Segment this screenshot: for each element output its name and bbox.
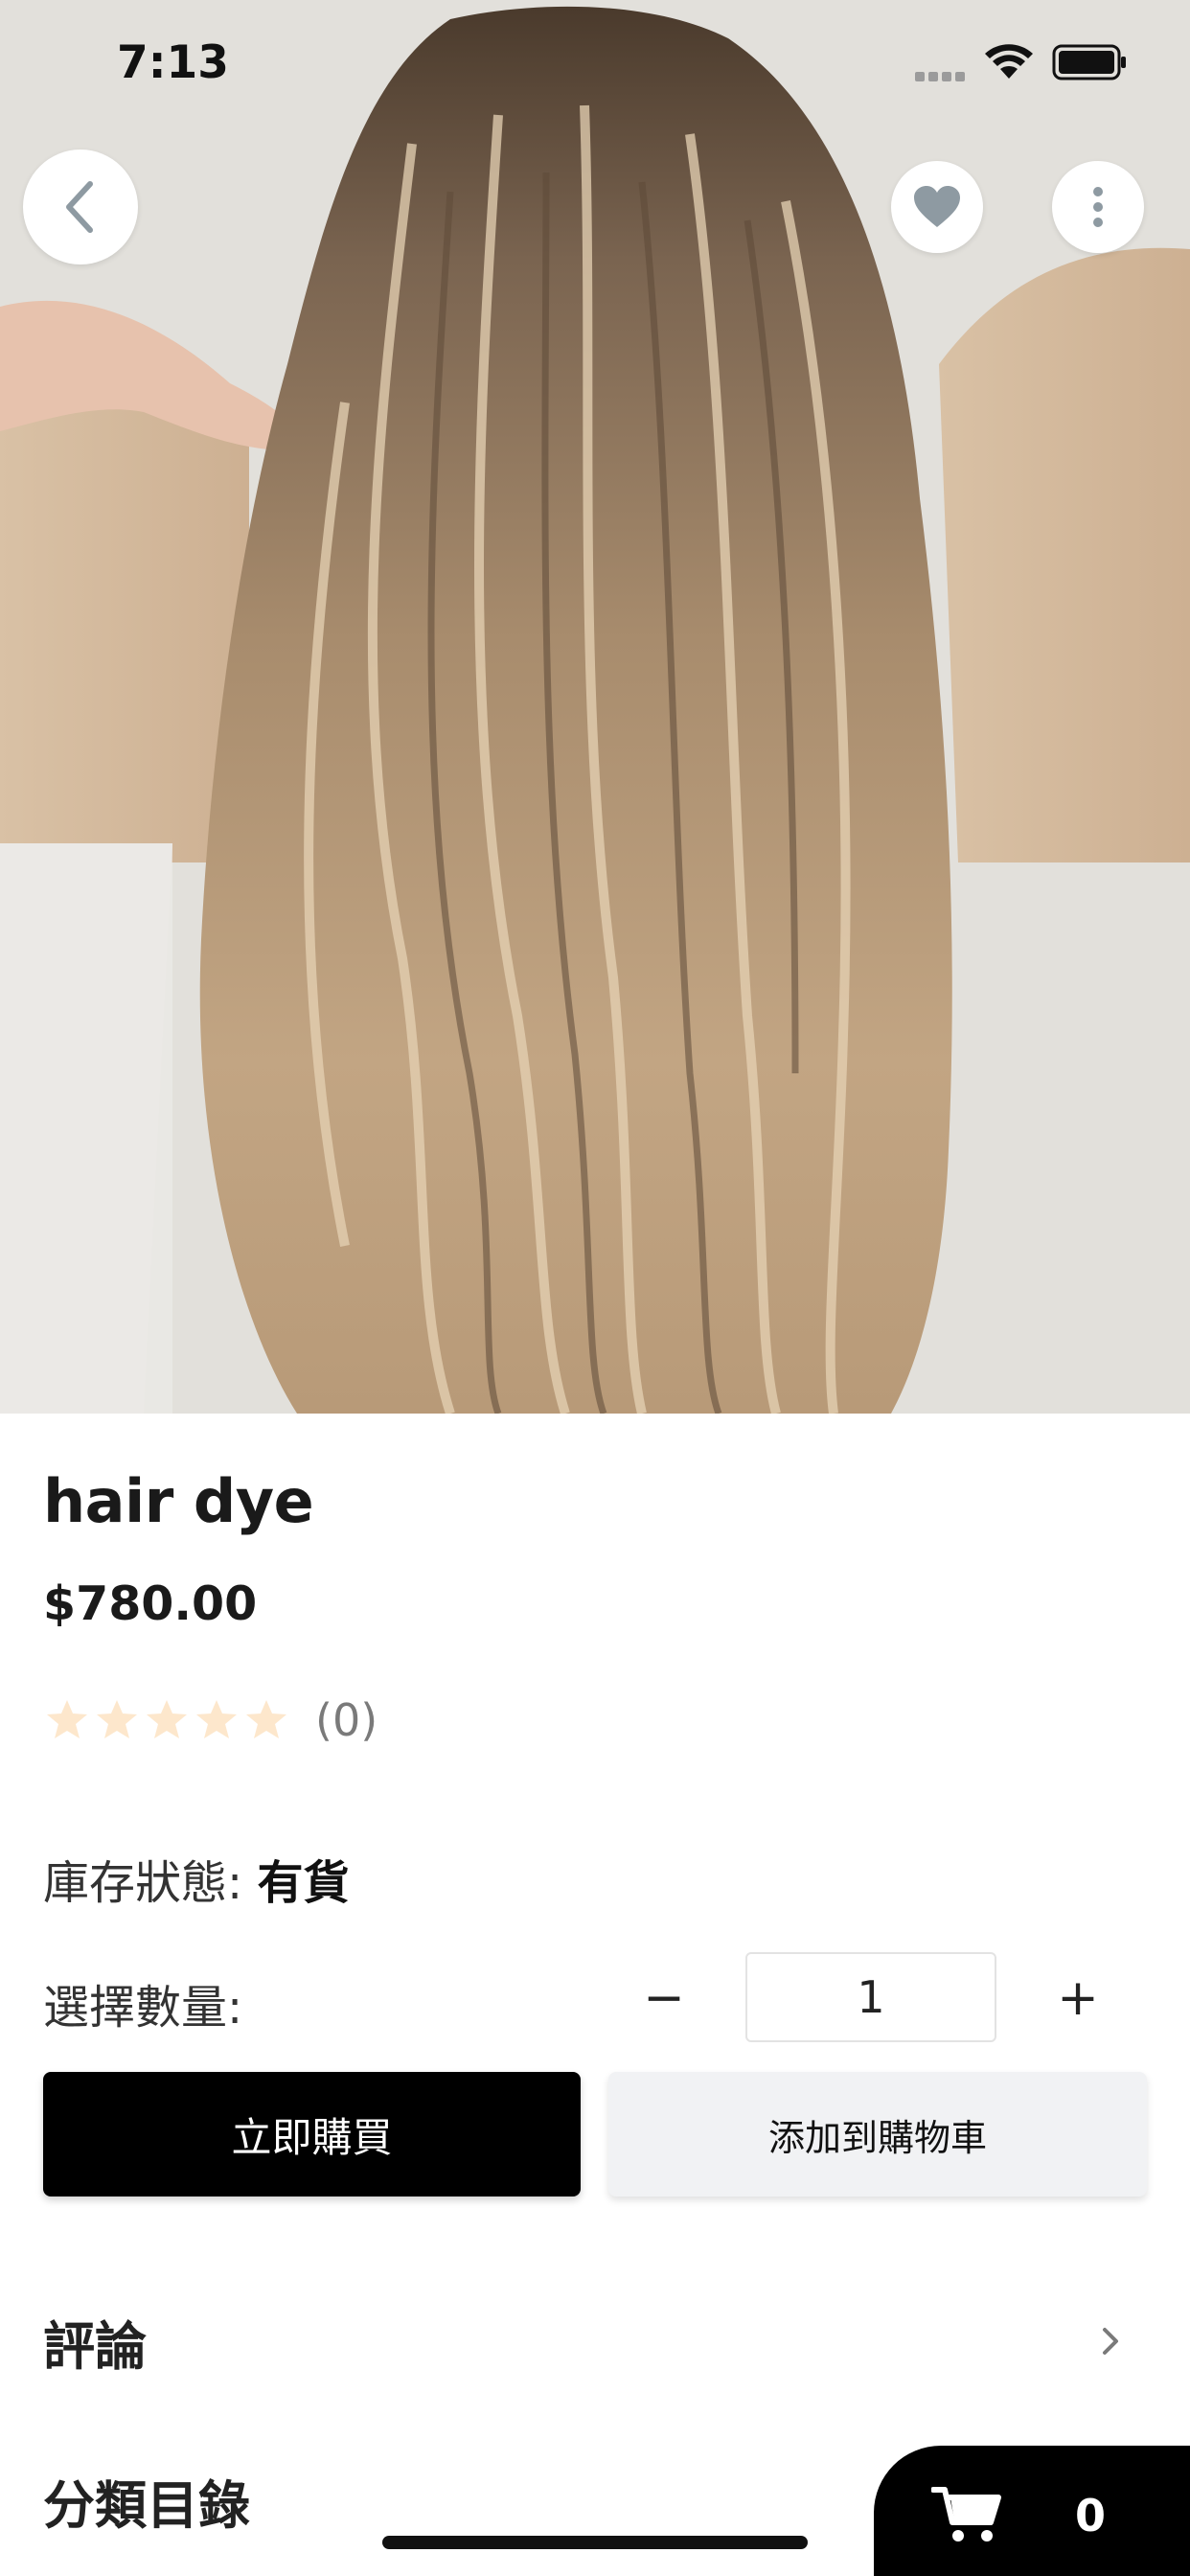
- favorite-button[interactable]: [891, 161, 983, 253]
- product-title: hair dye: [43, 1466, 314, 1536]
- product-image[interactable]: [0, 0, 1190, 1414]
- category-label[interactable]: 分類目錄: [43, 2463, 250, 2539]
- star-icon: [147, 1700, 187, 1738]
- cart-count: 0: [1075, 2490, 1107, 2542]
- wifi-icon: [985, 44, 1033, 79]
- quantity-input[interactable]: 1: [745, 1952, 996, 2042]
- star-icon: [246, 1700, 286, 1738]
- rating-count: (0): [315, 1694, 378, 1746]
- chevron-left-icon: [66, 181, 93, 233]
- product-detail-screen: 7:13 hair dye $780.00 (0) 庫存狀態: 有貨 選擇數量:…: [0, 0, 1190, 2576]
- star-icon: [97, 1700, 137, 1738]
- cellular-signal-icon: [915, 67, 971, 81]
- status-bar: 7:13: [0, 0, 1190, 125]
- stock-label: 庫存狀態:: [43, 1856, 243, 1910]
- chevron-right-icon: [1103, 2328, 1118, 2355]
- star-icon: [196, 1700, 237, 1738]
- buy-now-button[interactable]: 立即購買: [43, 2072, 581, 2196]
- heart-icon: [914, 186, 960, 227]
- battery-icon: [1052, 44, 1126, 80]
- quantity-label: 選擇數量:: [43, 1981, 243, 2035]
- product-price: $780.00: [43, 1576, 258, 1631]
- quantity-increase-button[interactable]: +: [1046, 1960, 1110, 2036]
- reviews-row[interactable]: 評論: [43, 2300, 1147, 2382]
- more-vertical-icon: [1093, 187, 1103, 227]
- status-time: 7:13: [117, 36, 229, 89]
- more-options-button[interactable]: [1052, 161, 1144, 253]
- home-indicator[interactable]: [382, 2536, 808, 2549]
- add-to-cart-button[interactable]: 添加到購物車: [608, 2072, 1147, 2196]
- star-icon: [47, 1700, 87, 1738]
- cart-icon: [931, 2487, 1001, 2542]
- product-photo: [0, 0, 1190, 1414]
- stock-status: 庫存狀態: 有貨: [43, 1845, 349, 1912]
- quantity-decrease-button[interactable]: −: [632, 1960, 696, 2036]
- rating-stars: [43, 1696, 292, 1744]
- reviews-label: 評論: [43, 2315, 147, 2377]
- back-button[interactable]: [23, 150, 138, 264]
- cart-button[interactable]: 0: [874, 2446, 1190, 2576]
- stock-value: 有貨: [257, 1856, 350, 1910]
- rating-row[interactable]: (0): [43, 1691, 378, 1749]
